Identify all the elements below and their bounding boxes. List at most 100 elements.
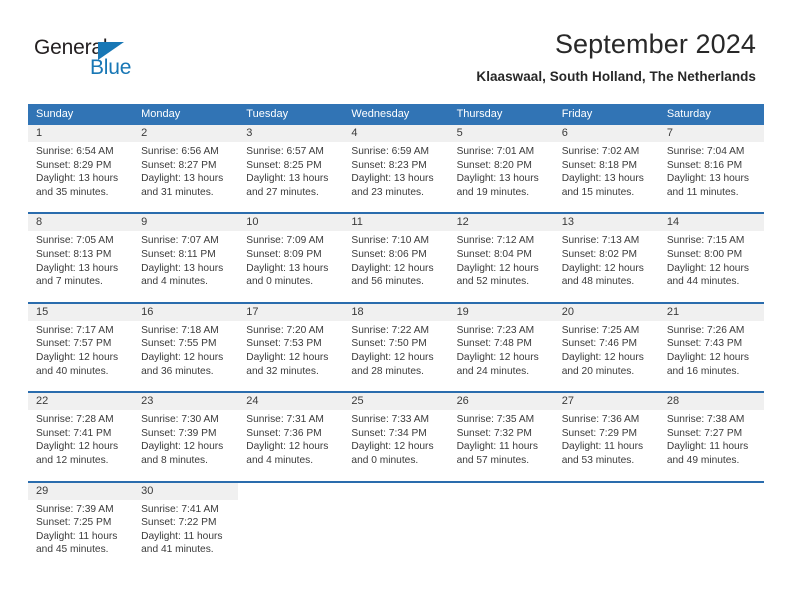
- calendar-day-cell[interactable]: 22 Sunrise: 7:28 AM Sunset: 7:41 PM Dayligh…: [28, 393, 134, 474]
- day-number-band: 17: [238, 303, 344, 321]
- day-number: 30: [141, 484, 154, 497]
- day-detail-lines: Sunrise: 6:57 AM Sunset: 8:25 PM Daylight:…: [238, 142, 343, 199]
- calendar-day-cell[interactable]: 14 Sunrise: 7:15 AM Sunset: 8:00 PM Dayligh…: [658, 214, 764, 295]
- daylight-text: Daylight: 12 hours: [141, 441, 224, 453]
- sunset-text: Sunset: 8:11 PM: [141, 248, 216, 260]
- daylight-text: and 35 minutes.: [36, 186, 109, 198]
- sunset-text: Sunset: 7:57 PM: [36, 338, 112, 350]
- sunrise-text: Sunrise: 7:36 AM: [561, 414, 640, 426]
- day-number-band: 13: [553, 214, 659, 232]
- daylight-text: and 44 minutes.: [666, 276, 740, 288]
- calendar-day-cell[interactable]: 24 Sunrise: 7:31 AM Sunset: 7:36 PM Dayligh…: [238, 393, 344, 474]
- calendar-day-cell[interactable]: 7 Sunrise: 7:04 AM Sunset: 8:16 PM Daylight…: [658, 125, 764, 206]
- day-detail-lines: Sunrise: 7:26 AM Sunset: 7:43 PM Daylight:…: [659, 321, 764, 378]
- day-number-band: 14: [658, 214, 764, 232]
- day-number-band: 2: [133, 125, 239, 142]
- calendar-day-cell[interactable]: 13 Sunrise: 7:13 AM Sunset: 8:02 PM Dayligh…: [553, 214, 659, 295]
- sunset-text: Sunset: 7:29 PM: [561, 427, 638, 439]
- day-number-band: 9: [133, 214, 239, 232]
- calendar-day-cell[interactable]: 17 Sunrise: 7:20 AM Sunset: 7:53 PM Dayligh…: [238, 303, 344, 385]
- calendar-day-cell[interactable]: 10 Sunrise: 7:09 AM Sunset: 8:09 PM Dayligh…: [238, 214, 344, 295]
- calendar-day-cell[interactable]: 30 Sunrise: 7:41 AM Sunset: 7:22 PM Dayligh…: [133, 482, 239, 563]
- sunset-text: Sunset: 7:55 PM: [141, 338, 217, 350]
- calendar-day-cell[interactable]: 23 Sunrise: 7:30 AM Sunset: 7:39 PM Dayligh…: [133, 393, 239, 474]
- day-detail-lines: Sunrise: 6:59 AM Sunset: 8:23 PM Daylight:…: [343, 142, 448, 199]
- day-number: 13: [561, 216, 574, 229]
- day-detail-lines: Sunrise: 7:30 AM Sunset: 7:39 PM Daylight:…: [133, 410, 238, 467]
- day-number-band: [238, 483, 343, 500]
- day-number: 16: [141, 305, 154, 318]
- sunset-text: Sunset: 8:09 PM: [246, 248, 322, 260]
- daylight-text: and 45 minutes.: [36, 544, 109, 556]
- day-detail-lines: Sunrise: 7:22 AM Sunset: 7:50 PM Daylight:…: [343, 321, 448, 378]
- calendar-day-cell[interactable]: 4 Sunrise: 6:59 AM Sunset: 8:23 PM Daylight…: [343, 125, 449, 206]
- sunset-text: Sunset: 7:25 PM: [36, 517, 112, 529]
- calendar-day-cell[interactable]: 2 Sunrise: 6:56 AM Sunset: 8:27 PM Daylight…: [133, 125, 239, 206]
- day-number-band: 30: [133, 482, 239, 500]
- day-number: 11: [351, 216, 363, 229]
- daylight-text: and 12 minutes.: [36, 454, 109, 466]
- calendar-day-cell[interactable]: 25 Sunrise: 7:33 AM Sunset: 7:34 PM Dayligh…: [343, 393, 449, 474]
- sunrise-text: Sunrise: 7:05 AM: [36, 235, 114, 247]
- daylight-text: Daylight: 11 hours: [561, 441, 644, 453]
- day-number: 17: [246, 305, 259, 318]
- sunset-text: Sunset: 8:25 PM: [246, 159, 322, 171]
- calendar-day-cell[interactable]: 27 Sunrise: 7:36 AM Sunset: 7:29 PM Dayligh…: [553, 393, 659, 474]
- calendar-day-cell[interactable]: 15 Sunrise: 7:17 AM Sunset: 7:57 PM Dayligh…: [28, 303, 134, 385]
- sunset-text: Sunset: 8:13 PM: [36, 248, 112, 260]
- calendar-day-cell[interactable]: 3 Sunrise: 6:57 AM Sunset: 8:25 PM Daylight…: [238, 125, 344, 206]
- calendar-day-cell[interactable]: 16 Sunrise: 7:18 AM Sunset: 7:55 PM Dayligh…: [133, 303, 239, 385]
- day-number: 3: [246, 127, 253, 139]
- day-number: 7: [666, 127, 673, 139]
- day-number: 20: [561, 305, 574, 318]
- daylight-text: and 11 minutes.: [666, 186, 739, 198]
- sunset-text: Sunset: 7:53 PM: [246, 338, 322, 350]
- calendar-week-row: 8 Sunrise: 7:05 AM Sunset: 8:13 PM Daylight…: [28, 212, 764, 295]
- calendar-day-cell[interactable]: 6 Sunrise: 7:02 AM Sunset: 8:18 PM Daylight…: [553, 125, 659, 206]
- sunset-text: Sunset: 8:20 PM: [456, 159, 532, 171]
- calendar-day-cell[interactable]: 20 Sunrise: 7:25 AM Sunset: 7:46 PM Dayligh…: [553, 303, 659, 385]
- sunrise-text: Sunrise: 7:26 AM: [666, 324, 745, 336]
- calendar-empty-cell: [448, 482, 554, 563]
- day-number: 1: [36, 127, 43, 139]
- calendar-day-cell[interactable]: 5 Sunrise: 7:01 AM Sunset: 8:20 PM Daylight…: [448, 125, 554, 206]
- daylight-text: Daylight: 13 hours: [36, 262, 119, 274]
- daylight-text: Daylight: 12 hours: [246, 441, 329, 453]
- day-detail-lines: Sunrise: 7:36 AM Sunset: 7:29 PM Daylight:…: [554, 410, 659, 467]
- sunrise-text: Sunrise: 7:15 AM: [666, 235, 745, 247]
- daylight-text: Daylight: 12 hours: [246, 351, 329, 363]
- day-number: 5: [456, 127, 463, 139]
- daylight-text: and 15 minutes.: [561, 186, 635, 198]
- daylight-text: and 32 minutes.: [246, 365, 319, 377]
- calendar-day-cell[interactable]: 11 Sunrise: 7:10 AM Sunset: 8:06 PM Dayligh…: [343, 214, 449, 295]
- day-detail-lines: Sunrise: 7:15 AM Sunset: 8:00 PM Daylight:…: [659, 231, 764, 288]
- calendar-day-cell[interactable]: 21 Sunrise: 7:26 AM Sunset: 7:43 PM Dayligh…: [658, 303, 764, 385]
- calendar-day-cell[interactable]: 9 Sunrise: 7:07 AM Sunset: 8:11 PM Daylight…: [133, 214, 239, 295]
- calendar-day-cell[interactable]: 18 Sunrise: 7:22 AM Sunset: 7:50 PM Dayligh…: [343, 303, 449, 385]
- day-detail-lines: Sunrise: 7:10 AM Sunset: 8:06 PM Daylight:…: [343, 231, 448, 288]
- sunrise-text: Sunrise: 7:23 AM: [456, 324, 535, 336]
- sunrise-text: Sunrise: 7:38 AM: [666, 414, 745, 426]
- calendar-day-cell[interactable]: 28 Sunrise: 7:38 AM Sunset: 7:27 PM Dayligh…: [658, 393, 764, 474]
- day-number-band: 20: [553, 303, 659, 321]
- calendar-day-cell[interactable]: 1 Sunrise: 6:54 AM Sunset: 8:29 PM Daylight…: [28, 125, 134, 206]
- calendar-day-cell[interactable]: 19 Sunrise: 7:23 AM Sunset: 7:48 PM Dayligh…: [448, 303, 554, 385]
- day-number-band: 24: [238, 393, 344, 411]
- day-number-band: 1: [28, 125, 134, 142]
- sunset-text: Sunset: 8:04 PM: [456, 248, 532, 260]
- daylight-text: Daylight: 12 hours: [666, 351, 749, 363]
- calendar-week-row: 22 Sunrise: 7:28 AM Sunset: 7:41 PM Dayligh…: [28, 391, 764, 474]
- weekday-header-wednesday: Wednesday: [351, 108, 410, 120]
- daylight-text: Daylight: 12 hours: [666, 262, 749, 274]
- general-blue-logo[interactable]: General Blue: [34, 36, 164, 86]
- daylight-text: Daylight: 13 hours: [456, 173, 539, 185]
- calendar-day-cell[interactable]: 8 Sunrise: 7:05 AM Sunset: 8:13 PM Daylight…: [28, 214, 134, 295]
- day-number: 4: [351, 127, 358, 139]
- calendar-empty-cell: [343, 482, 449, 563]
- sunset-text: Sunset: 7:46 PM: [561, 338, 638, 350]
- day-detail-lines: Sunrise: 7:23 AM Sunset: 7:48 PM Daylight:…: [449, 321, 554, 378]
- calendar-day-cell[interactable]: 29 Sunrise: 7:39 AM Sunset: 7:25 PM Dayligh…: [28, 482, 134, 563]
- day-number-band: 19: [448, 303, 554, 321]
- calendar-day-cell[interactable]: 26 Sunrise: 7:35 AM Sunset: 7:32 PM Dayligh…: [448, 393, 554, 474]
- calendar-day-cell[interactable]: 12 Sunrise: 7:12 AM Sunset: 8:04 PM Dayligh…: [448, 214, 554, 295]
